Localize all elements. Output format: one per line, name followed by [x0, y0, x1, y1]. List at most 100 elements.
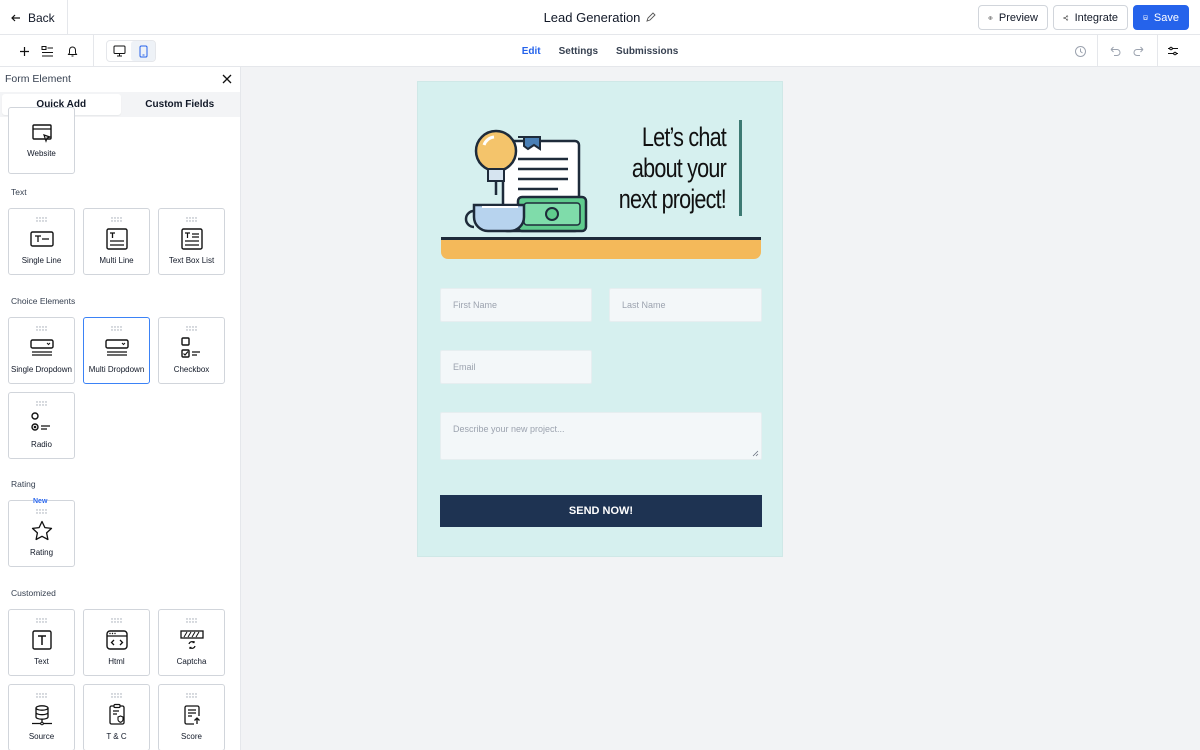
checkbox-icon	[181, 337, 200, 358]
arrow-left-icon	[11, 14, 20, 21]
redo-button[interactable]	[1130, 42, 1148, 60]
drag-handle-icon	[186, 326, 197, 331]
element-tile-label: Multi Line	[99, 256, 134, 265]
element-tile-terms[interactable]: T & C	[83, 684, 150, 750]
element-tile-label: Captcha	[176, 657, 207, 666]
drag-handle-icon	[36, 217, 47, 222]
element-tile-label: Score	[181, 732, 202, 741]
section-title-rating: Rating	[11, 479, 36, 489]
drag-handle-icon	[111, 618, 122, 623]
element-tile-single-dropdown[interactable]: Single Dropdown	[8, 317, 75, 384]
form-element-panel: Form Element Quick Add Custom Fields Web…	[0, 67, 241, 750]
mobile-icon	[139, 45, 147, 57]
single-dropdown-icon	[30, 339, 54, 356]
save-button[interactable]: Save	[1133, 5, 1189, 30]
element-tile-multi-dropdown[interactable]: Multi Dropdown	[83, 317, 150, 384]
integrate-button[interactable]: Integrate	[1053, 5, 1128, 30]
terms-icon	[109, 703, 125, 725]
pencil-icon[interactable]	[645, 12, 657, 23]
section-title-text: Text	[11, 187, 27, 197]
element-tile-source[interactable]: Source	[8, 684, 75, 750]
star-icon	[31, 520, 53, 541]
bell-icon	[67, 46, 77, 57]
layers-button[interactable]	[38, 42, 56, 60]
undo-icon	[1110, 46, 1121, 56]
last-name-field[interactable]: Last Name	[609, 288, 762, 322]
eye-icon	[988, 15, 993, 20]
element-tile-label: T & C	[106, 732, 127, 741]
save-label: Save	[1153, 11, 1179, 24]
drag-handle-icon	[36, 509, 47, 514]
undo-button[interactable]	[1106, 42, 1124, 60]
project-description-placeholder: Describe your new project...	[453, 424, 565, 434]
tab-submissions[interactable]: Submissions	[616, 46, 678, 57]
element-tile-label: Single Line	[21, 256, 62, 265]
drag-handle-icon	[36, 618, 47, 623]
form-headline: Let’s chat about your next project!	[582, 122, 727, 215]
preview-label: Preview	[998, 11, 1038, 24]
element-tile-website[interactable]: Website	[8, 107, 75, 174]
source-icon	[32, 705, 52, 726]
drag-handle-icon	[111, 326, 122, 331]
form-preview[interactable]: Let’s chat about your next project! Firs…	[417, 81, 783, 557]
share-icon	[1063, 14, 1069, 21]
tab-settings[interactable]: Settings	[559, 46, 598, 57]
element-tile-label: Text	[34, 657, 49, 666]
form-title[interactable]: Lead Generation	[544, 10, 641, 25]
history-icon	[1074, 45, 1086, 57]
send-now-button[interactable]: SEND NOW!	[440, 495, 762, 527]
drag-handle-icon	[36, 326, 47, 331]
drag-handle-icon	[111, 693, 122, 698]
element-tile-label: Single Dropdown	[11, 365, 72, 374]
desktop-view-button[interactable]	[107, 41, 131, 61]
tab-custom-fields[interactable]: Custom Fields	[121, 94, 240, 115]
history-button[interactable]	[1071, 42, 1089, 60]
element-tile-checkbox[interactable]: Checkbox	[158, 317, 225, 384]
multi-line-icon	[106, 228, 128, 250]
element-tile-multi-line[interactable]: Multi Line	[83, 208, 150, 275]
desktop-icon	[113, 45, 125, 57]
element-tile-html[interactable]: Html	[83, 609, 150, 676]
preview-button[interactable]: Preview	[978, 5, 1048, 30]
close-panel-button[interactable]	[220, 72, 234, 86]
style-settings-button[interactable]	[1164, 42, 1182, 60]
notifications-button[interactable]	[63, 42, 81, 60]
element-tile-single-line[interactable]: Single Line	[8, 208, 75, 275]
back-button[interactable]: Back	[0, 0, 68, 35]
plus-icon	[19, 46, 29, 56]
element-tile-rating[interactable]: New Rating	[8, 498, 75, 567]
element-tile-radio[interactable]: Radio	[8, 392, 75, 459]
captcha-icon	[180, 630, 204, 649]
mobile-view-button[interactable]	[131, 41, 155, 61]
element-tile-label: Html	[108, 657, 125, 666]
back-label: Back	[28, 10, 55, 25]
tab-edit[interactable]: Edit	[522, 46, 541, 57]
email-field[interactable]: Email	[440, 350, 592, 384]
drag-handle-icon	[111, 217, 122, 222]
top-bar: Back Lead Generation Preview Integrate S…	[0, 0, 1200, 35]
shelf	[441, 240, 761, 259]
close-icon	[222, 74, 232, 84]
element-tile-captcha[interactable]: Captcha	[158, 609, 225, 676]
element-tile-text[interactable]: Text	[8, 609, 75, 676]
add-element-button[interactable]	[15, 42, 33, 60]
element-tile-score[interactable]: Score	[158, 684, 225, 750]
element-tile-text-box-list[interactable]: Text Box List	[158, 208, 225, 275]
section-title-choice: Choice Elements	[11, 296, 76, 306]
element-tile-label: Rating	[29, 548, 54, 557]
element-tile-label: Source	[28, 732, 55, 741]
device-toggle	[106, 40, 156, 62]
headline-line-2: about your	[631, 153, 727, 183]
html-icon	[106, 630, 128, 650]
first-name-field[interactable]: First Name	[440, 288, 592, 322]
resize-handle-icon[interactable]	[752, 450, 759, 457]
layers-icon	[41, 45, 53, 56]
drag-handle-icon	[36, 401, 47, 406]
project-description-field[interactable]: Describe your new project...	[440, 412, 762, 460]
website-icon	[32, 124, 52, 143]
headline-line-3: next project!	[618, 184, 727, 214]
element-tile-label: Multi Dropdown	[88, 365, 145, 374]
element-tile-label: Text Box List	[168, 256, 215, 265]
element-tile-label: Radio	[31, 440, 52, 449]
editor-toolbar: Edit Settings Submissions	[0, 35, 1200, 67]
